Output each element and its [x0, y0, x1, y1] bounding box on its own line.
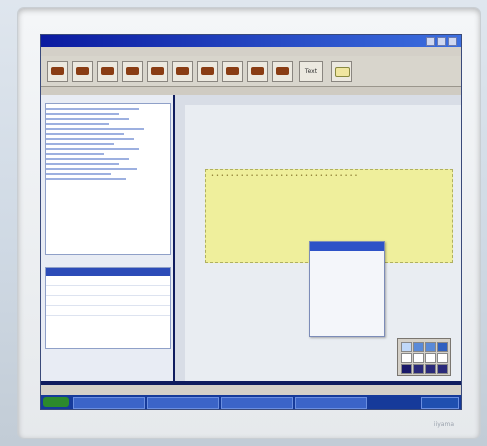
palette-swatch[interactable] — [401, 342, 412, 352]
context-menu-item[interactable] — [310, 261, 384, 271]
toolbar-button[interactable] — [97, 61, 118, 82]
component-icon — [76, 67, 89, 75]
minimize-button[interactable] — [426, 37, 435, 46]
close-button[interactable] — [448, 37, 457, 46]
context-menu-item[interactable] — [310, 271, 384, 281]
component-icon — [126, 67, 139, 75]
palette-swatch[interactable] — [437, 364, 448, 374]
context-menu-header — [310, 242, 384, 251]
properties-panel — [45, 267, 171, 349]
context-menu-item[interactable] — [310, 311, 384, 321]
palette-swatch[interactable] — [425, 342, 436, 352]
system-tray — [421, 397, 459, 409]
start-button[interactable] — [43, 397, 69, 407]
screen: Text •••••••••••••••••••••••••••••• — [40, 34, 462, 410]
left-ruler — [175, 105, 185, 381]
monitor-brand-bottom: iiyama — [433, 421, 454, 428]
component-icon — [51, 67, 64, 75]
window-controls — [426, 37, 457, 46]
toolbar-button[interactable] — [72, 61, 93, 82]
maximize-button[interactable] — [437, 37, 446, 46]
taskbar-item[interactable] — [147, 397, 219, 409]
component-icon — [276, 67, 289, 75]
taskbar-item[interactable] — [221, 397, 293, 409]
code-tree-panel — [45, 103, 171, 255]
context-menu-item[interactable] — [310, 281, 384, 291]
palette-swatch[interactable] — [413, 364, 424, 374]
palette-swatch[interactable] — [437, 353, 448, 363]
properties-header — [46, 268, 170, 276]
component-icon — [151, 67, 164, 75]
main-toolbar: Text — [41, 56, 461, 87]
toolbar-button[interactable] — [47, 61, 68, 82]
text-tool-button[interactable]: Text — [299, 61, 323, 82]
top-ruler — [175, 95, 461, 105]
taskbar-item[interactable] — [295, 397, 367, 409]
monitor-bezel: Text •••••••••••••••••••••••••••••• iiya… — [18, 8, 480, 438]
component-icon — [176, 67, 189, 75]
property-row[interactable] — [46, 286, 170, 296]
status-bar — [41, 385, 461, 395]
toolbar-button[interactable] — [197, 61, 218, 82]
component-icon — [251, 67, 264, 75]
palette-swatch[interactable] — [413, 342, 424, 352]
palette-swatch[interactable] — [437, 342, 448, 352]
context-menu-item[interactable] — [310, 251, 384, 261]
toolbar-button[interactable] — [222, 61, 243, 82]
property-row[interactable] — [46, 276, 170, 286]
secondary-toolbar — [41, 87, 461, 95]
palette-swatch[interactable] — [425, 353, 436, 363]
title-bar — [41, 35, 461, 47]
palette-swatch[interactable] — [401, 364, 412, 374]
toolbar-button[interactable] — [272, 61, 293, 82]
component-icon — [201, 67, 214, 75]
toolbar-button[interactable] — [172, 61, 193, 82]
palette-swatch[interactable] — [401, 353, 412, 363]
floating-palette — [397, 338, 451, 376]
taskbar — [41, 395, 461, 409]
palette-swatch[interactable] — [425, 364, 436, 374]
toolbar-button[interactable] — [147, 61, 168, 82]
taskbar-item[interactable] — [73, 397, 145, 409]
component-icon — [226, 67, 239, 75]
component-icon — [101, 67, 114, 75]
context-menu-item[interactable] — [310, 301, 384, 311]
property-row[interactable] — [46, 296, 170, 306]
left-pane — [41, 95, 173, 381]
toolbar-button[interactable] — [247, 61, 268, 82]
context-menu-item[interactable] — [310, 321, 384, 331]
toolbar-button[interactable] — [122, 61, 143, 82]
document-icon — [335, 67, 350, 77]
pin-row: •••••••••••••••••••••••••••••• — [211, 173, 360, 179]
toolbar-button[interactable] — [331, 61, 352, 82]
menu-bar — [41, 47, 461, 56]
palette-swatch[interactable] — [413, 353, 424, 363]
context-menu — [309, 241, 385, 337]
property-row[interactable] — [46, 306, 170, 316]
context-menu-item[interactable] — [310, 291, 384, 301]
